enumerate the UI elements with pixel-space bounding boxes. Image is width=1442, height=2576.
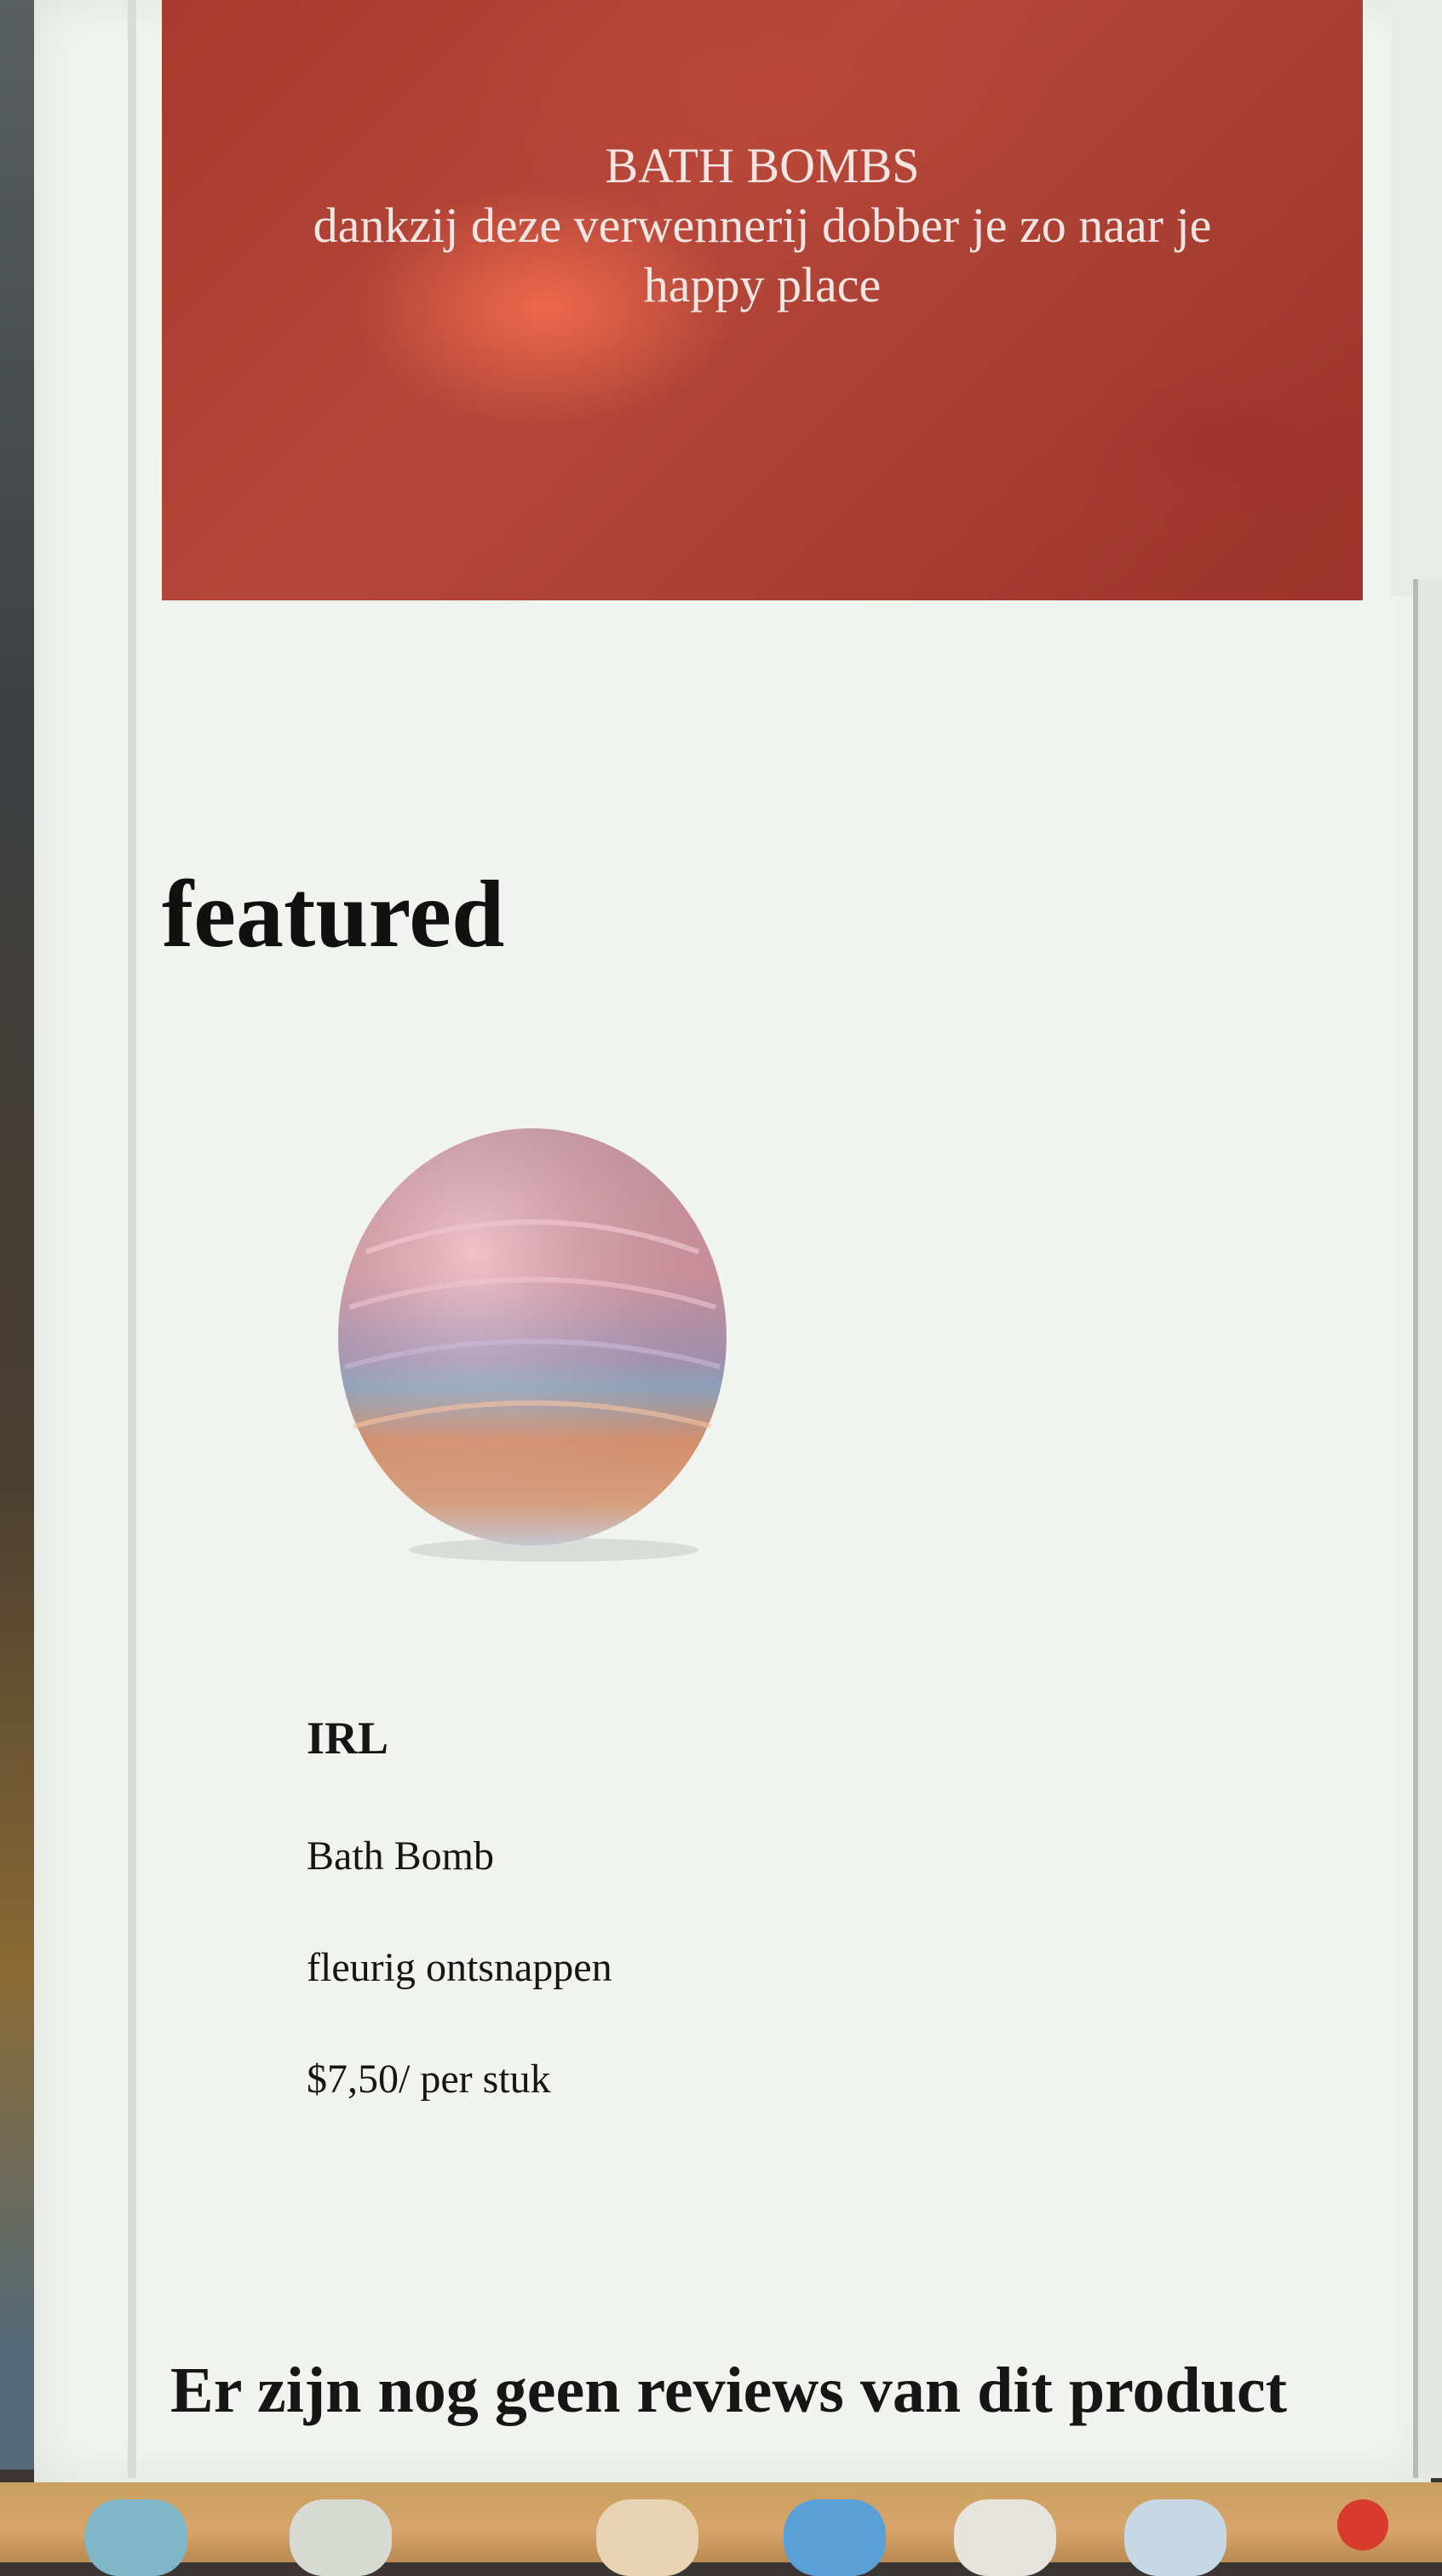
dock-app-icon[interactable] <box>954 2499 1056 2576</box>
notification-badge-icon <box>1337 2499 1388 2550</box>
product-type: Bath Bomb <box>307 1833 495 1879</box>
product-name[interactable]: fleurig ontsnappen <box>307 1944 612 1991</box>
scrollbar[interactable] <box>1413 579 1442 2478</box>
product-price: $7,50/ per stuk <box>307 2057 551 2102</box>
dock-app-icon[interactable] <box>784 2499 886 2576</box>
taskbar <box>0 2482 1442 2576</box>
reviews-empty-message: Er zijn nog geen reviews van dit product <box>170 2355 1288 2426</box>
bath-bomb-image[interactable] <box>332 1124 741 1567</box>
dock-app-icon[interactable] <box>290 2499 392 2576</box>
hero-title: BATH BOMBS <box>605 138 920 193</box>
dock-app-icon[interactable] <box>85 2499 187 2576</box>
dock-app-icon[interactable] <box>596 2499 698 2576</box>
hero-subtitle: dankzij deze verwennerij dobber je zo na… <box>313 198 1212 313</box>
product-card: IRL Bath Bomb fleurig ontsnappen $7,50/ … <box>307 1712 612 2167</box>
page-left-border <box>128 0 136 2478</box>
page-right-gutter <box>1391 0 1442 596</box>
hero-banner: BATH BOMBS dankzij deze verwennerij dobb… <box>162 0 1363 600</box>
product-brand: IRL <box>307 1713 389 1764</box>
section-title-featured: featured <box>162 862 505 967</box>
dock-app-icon[interactable] <box>1124 2499 1227 2576</box>
